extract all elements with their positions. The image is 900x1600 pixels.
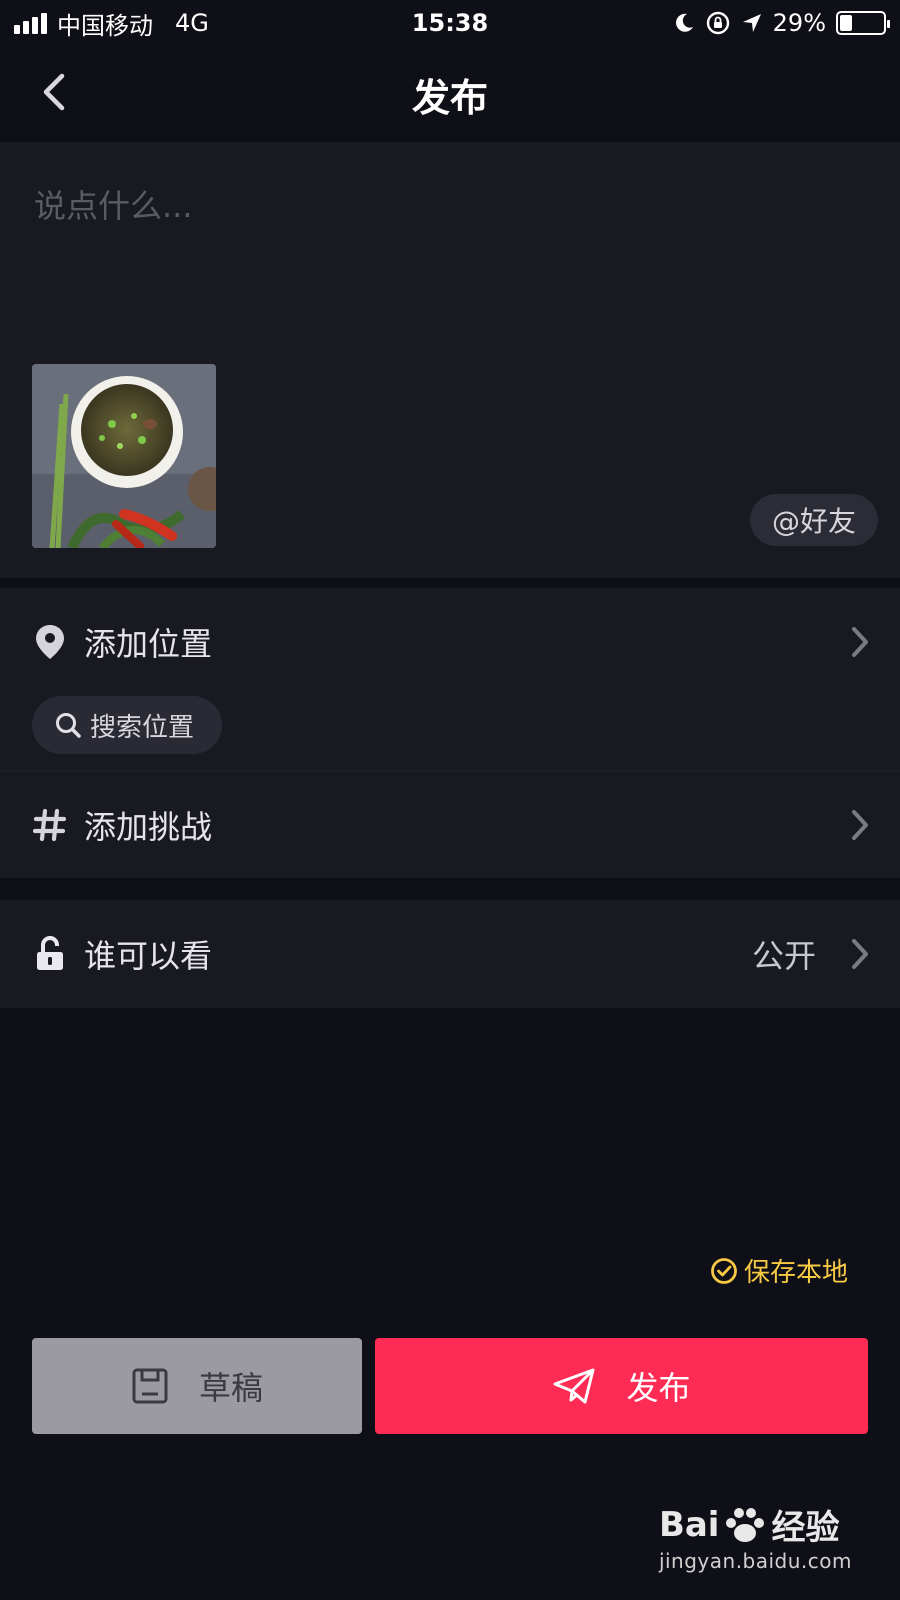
watermark-brand-left: Bai [658, 1504, 720, 1545]
battery-percent: 29% [772, 9, 826, 37]
chevron-right-icon [852, 627, 868, 657]
visibility-panel: 谁可以看 公开 [0, 900, 900, 1008]
location-pin-icon [32, 624, 68, 660]
caption-input[interactable] [34, 176, 854, 236]
search-location-label: 搜索位置 [90, 712, 195, 743]
video-thumbnail[interactable] [32, 364, 216, 548]
hashtag-icon [32, 807, 68, 843]
watermark-brand-right: 经验 [771, 1508, 840, 1548]
who-can-view-row[interactable]: 谁可以看 公开 [0, 900, 900, 1008]
nav-bar: 发布 [0, 46, 900, 142]
moon-icon [675, 13, 693, 32]
check-circle-icon [711, 1257, 737, 1284]
watermark-url: jingyan.baidu.com [658, 1549, 852, 1573]
add-challenge-label: 添加挑战 [84, 808, 213, 846]
caption-panel: @好友 [0, 142, 900, 578]
visibility-value: 公开 [751, 937, 816, 975]
location-arrow-icon [742, 14, 761, 32]
search-icon [56, 713, 81, 738]
carrier-name: 中国移动 [57, 11, 153, 40]
status-bar: 中国移动 4G 15:38 29% [0, 0, 900, 46]
save-local-label: 保存本地 [743, 1258, 848, 1288]
baidu-jingyan-watermark: Bai 经验 jingyan.baidu.com [658, 1500, 852, 1574]
who-can-view-label: 谁可以看 [84, 937, 213, 975]
chevron-right-icon [852, 939, 868, 969]
paw-icon [726, 1507, 765, 1542]
network-type: 4G [175, 9, 209, 37]
draft-button[interactable]: 草稿 [32, 1338, 362, 1434]
options-panel: 添加位置 搜索位置 添加挑战 [0, 588, 900, 878]
save-local-toggle[interactable]: 保存本地 [710, 1252, 848, 1289]
signal-icon [14, 12, 47, 34]
draft-label: 草稿 [198, 1369, 263, 1407]
battery-icon [836, 11, 890, 35]
add-location-row[interactable]: 添加位置 [0, 588, 900, 696]
page-title: 发布 [411, 75, 488, 120]
mention-friends-button[interactable]: @好友 [749, 494, 878, 546]
add-location-label: 添加位置 [84, 625, 213, 663]
add-challenge-row[interactable]: 添加挑战 [0, 772, 900, 878]
mention-label: @好友 [771, 505, 856, 538]
paper-plane-icon [553, 1368, 595, 1404]
publish-button[interactable]: 发布 [375, 1338, 868, 1434]
unlock-icon [32, 936, 68, 972]
chevron-right-icon [852, 810, 868, 840]
publish-label: 发布 [626, 1369, 691, 1407]
chevron-left-icon[interactable] [34, 70, 78, 114]
draft-icon [132, 1368, 168, 1404]
rotation-lock-icon [706, 11, 729, 35]
search-location-button[interactable]: 搜索位置 [32, 696, 223, 754]
